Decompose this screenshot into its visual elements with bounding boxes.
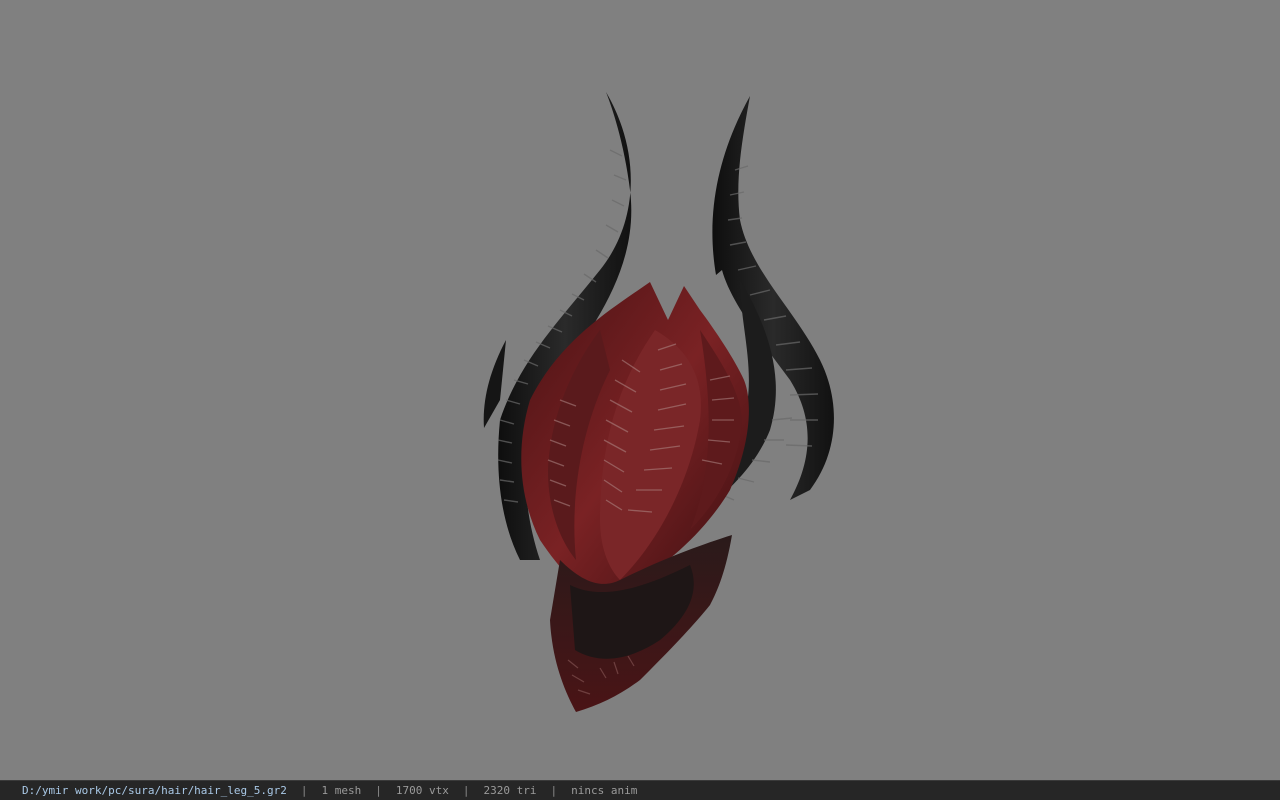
triangle-count: 2320 tri — [483, 784, 537, 797]
separator: | — [462, 784, 470, 797]
model-render[interactable] — [0, 0, 1280, 780]
separator: | — [375, 784, 382, 797]
3d-viewport[interactable] — [0, 0, 1280, 780]
mesh-count: 1 mesh — [321, 784, 362, 797]
vertex-count: 1700 vtx — [395, 784, 449, 797]
separator: | — [550, 784, 558, 797]
file-path: D:/ymir work/pc/sura/hair/hair_leg_5.gr2 — [22, 784, 287, 797]
status-bar: D:/ymir work/pc/sura/hair/hair_leg_5.gr2… — [0, 780, 1280, 800]
separator: | — [300, 784, 308, 797]
animation-status: nincs anim — [571, 784, 638, 797]
